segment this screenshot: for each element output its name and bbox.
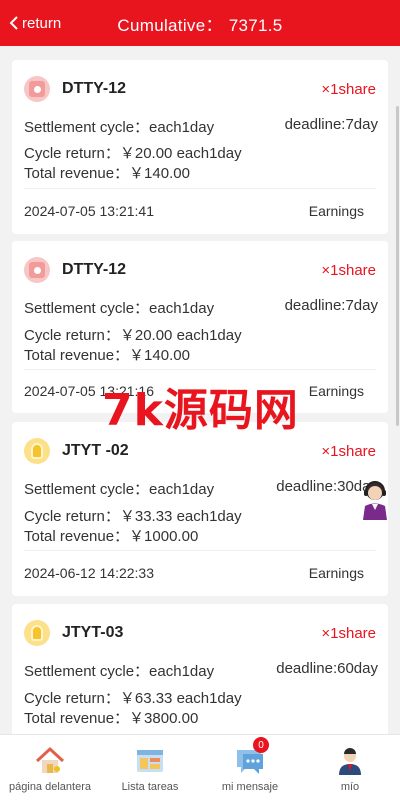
total-revenue: Total revenue：￥140.00 [24,165,190,182]
lightbulb-icon [24,620,50,646]
order-card[interactable]: JTYT -02 ×1share Settlement cycle：each1d… [12,422,388,596]
order-card[interactable]: DTTY-12 ×1share Settlement cycle：each1da… [12,60,388,234]
share-count: ×1share [321,442,376,460]
cumulative-value: 7371.5 [228,15,283,35]
cycle-return: Cycle return：￥33.33 each1day [24,508,242,525]
gift-box-icon [24,76,50,102]
share-count: ×1share [321,80,376,98]
customer-service-icon[interactable] [360,478,390,520]
user-icon [339,748,361,775]
product-name: JTYT-03 [62,624,124,641]
tab-label: mi mensaje [221,781,279,793]
share-count: ×1share [321,261,376,279]
product-name: DTTY-12 [62,80,127,97]
order-date: 2024-06-12 14:22:33 [24,565,154,581]
chevron-left-icon [9,16,18,30]
settlement-cycle: Settlement cycle：each1day [24,663,215,680]
page-title: Cumulative： 7371.5 [117,11,282,36]
home-icon [35,746,65,773]
tab-label: Lista tareas [121,781,179,793]
status-badge: Earnings [308,203,364,219]
watermark: 7k源码网 [102,385,299,436]
tab-profile[interactable]: mío [300,735,400,800]
total-revenue: Total revenue：￥1000.00 [24,528,199,545]
task-list-icon [137,750,163,772]
tab-task-list[interactable]: Lista tareas [100,735,200,800]
header-bar: return Cumulative： 7371.5 [0,0,400,46]
back-label: return [22,14,62,32]
deadline: deadline:7day [284,297,378,314]
back-button[interactable]: return [8,0,61,46]
unread-badge: 0 [253,737,269,753]
order-card[interactable]: JTYT-03 ×1share Settlement cycle：each1da… [12,604,388,734]
settlement-cycle: Settlement cycle：each1day [24,481,215,498]
settlement-cycle: Settlement cycle：each1day [24,119,215,136]
tab-messages[interactable]: mi mensaje 0 [200,735,300,800]
scrollbar[interactable] [396,106,399,426]
product-name: DTTY-12 [62,261,127,278]
divider [24,550,376,551]
cycle-return: Cycle return：￥20.00 each1day [24,145,242,162]
total-revenue: Total revenue：￥3800.00 [24,710,199,727]
divider [24,369,376,370]
bottom-tab-bar: página delantera Lista tareas mi mensaje… [0,734,400,800]
status-badge: Earnings [308,383,364,399]
total-revenue: Total revenue：￥140.00 [24,347,190,364]
tab-label: mío [340,781,360,793]
lightbulb-icon [24,438,50,464]
divider [24,188,376,189]
product-name: JTYT -02 [62,442,129,459]
order-date: 2024-07-05 13:21:41 [24,203,154,219]
cycle-return: Cycle return：￥63.33 each1day [24,690,242,707]
tab-label: página delantera [9,781,91,793]
share-count: ×1share [321,624,376,642]
status-badge: Earnings [308,565,364,581]
deadline: deadline:7day [284,116,378,133]
deadline: deadline:60day [276,660,378,677]
cycle-return: Cycle return：￥20.00 each1day [24,327,242,344]
gift-box-icon [24,257,50,283]
tab-home[interactable]: página delantera [0,735,100,800]
settlement-cycle: Settlement cycle：each1day [24,300,215,317]
cumulative-label: Cumulative： [117,15,223,35]
